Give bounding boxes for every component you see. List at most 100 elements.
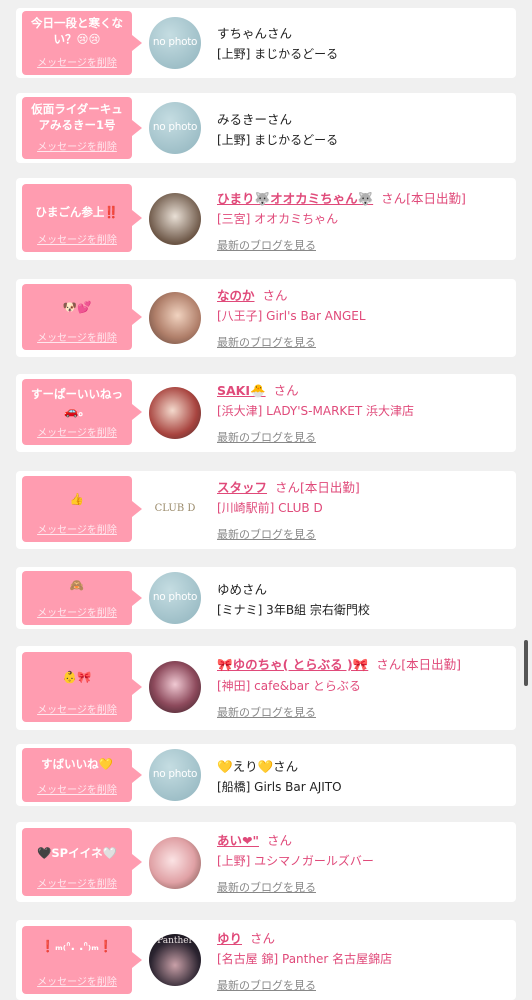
latest-blog-link[interactable]: 最新のブログを見る xyxy=(217,334,316,350)
user-name: すちゃん xyxy=(217,26,268,41)
message-text: 👍 xyxy=(69,492,85,506)
latest-blog-link[interactable]: 最新のブログを見る xyxy=(217,526,316,542)
user-name-link[interactable]: ゆり xyxy=(217,931,242,946)
honorific: さん xyxy=(242,582,268,597)
user-name: ゆめ xyxy=(217,582,243,597)
delete-message-link[interactable]: メッセージを削除 xyxy=(22,329,132,344)
latest-blog-link[interactable]: 最新のブログを見る xyxy=(217,429,316,445)
avatar[interactable]: no photo xyxy=(149,102,201,154)
latest-blog-link[interactable]: 最新のブログを見る xyxy=(217,977,316,993)
message-text: 🖤SPイイネ🤍 xyxy=(37,846,117,860)
message-bubble: 仮面ライダーキュ アみるきー1号 メッセージを削除 xyxy=(22,97,142,159)
shop-name: [名古屋 錦] Panther 名古屋錦店 xyxy=(217,952,393,966)
delete-message-link[interactable]: メッセージを削除 xyxy=(22,701,132,716)
message-text: すーぱーいいねっ xyxy=(31,387,123,401)
honorific: さん xyxy=(275,480,301,495)
list-item: 仮面ライダーキュ アみるきー1号 メッセージを削除 no photo みるきーさ… xyxy=(16,93,516,163)
shop-name: [八王子] Girl's Bar ANGEL xyxy=(217,309,366,323)
list-item: すばいいね💛 メッセージを削除 no photo 💛えり💛さん [船橋] Gir… xyxy=(16,744,516,806)
avatar[interactable]: no photo xyxy=(149,17,201,69)
shop-name: [三宮] オオカミちゃん xyxy=(217,212,339,226)
user-name-link[interactable]: ひまり🐺オオカミちゃん🐺 xyxy=(217,191,373,206)
list-item: 🐶💕 メッセージを削除 なのか さん [八王子] Girl's Bar ANGEL… xyxy=(16,279,516,357)
user-name-link[interactable]: なのか xyxy=(217,288,255,303)
shop-name: [船橋] Girls Bar AJITO xyxy=(217,780,342,794)
message-text: 仮面ライダーキュ xyxy=(31,102,123,116)
message-text: 👶🎀 xyxy=(62,670,92,684)
list-item: 今日一段と寒くな い？😢😢 メッセージを削除 no photo すちゃんさん [… xyxy=(16,8,516,78)
latest-blog-link[interactable]: 最新のブログを見る xyxy=(217,704,316,720)
delete-message-link[interactable]: メッセージを削除 xyxy=(22,781,132,796)
message-bubble: 🖤SPイイネ🤍 メッセージを削除 xyxy=(22,828,142,896)
delete-message-link[interactable]: メッセージを削除 xyxy=(22,424,132,439)
honorific: さん xyxy=(267,26,293,41)
message-bubble: ❗ₘ₍ᐢ. .ᐢ₎ₘ❗ メッセージを削除 xyxy=(22,926,142,994)
latest-blog-link[interactable]: 最新のブログを見る xyxy=(217,237,316,253)
delete-message-link[interactable]: メッセージを削除 xyxy=(22,875,132,890)
message-bubble: 👍 メッセージを削除 xyxy=(22,476,142,542)
user-name-link[interactable]: スタッフ xyxy=(217,480,267,495)
status-badge: [本日出勤] xyxy=(300,480,360,495)
scrollbar[interactable] xyxy=(524,640,528,686)
list-item: 👍 メッセージを削除 CLUB D スタッフ さん[本日出勤] [川崎駅前] CL… xyxy=(16,471,516,549)
club-logo: Panther xyxy=(157,936,193,946)
delete-message-link[interactable]: メッセージを削除 xyxy=(22,604,132,619)
message-bubble: 🐶💕 メッセージを削除 xyxy=(22,284,142,350)
message-bubble: すーぱーいいねっ 🚗。 メッセージを削除 xyxy=(22,379,142,445)
user-name-link[interactable]: あい❤" xyxy=(217,833,259,848)
list-item: すーぱーいいねっ 🚗。 メッセージを削除 SAKI🐣 さん [浜大津] LADY'… xyxy=(16,374,516,452)
message-text: 🙈 xyxy=(69,578,85,592)
shop-name: [上野] まじかるどーる xyxy=(217,133,339,147)
message-text: ❗ₘ₍ᐢ. .ᐢ₎ₘ❗ xyxy=(40,939,114,953)
status-badge: [本日出勤] xyxy=(406,191,466,206)
honorific: さん xyxy=(250,931,276,946)
message-text: すばいいね💛 xyxy=(41,757,113,771)
avatar[interactable]: Panther xyxy=(149,934,201,986)
avatar[interactable] xyxy=(149,661,201,713)
message-text: 今日一段と寒くな xyxy=(31,16,123,30)
message-bubble: 🙈 メッセージを削除 xyxy=(22,571,142,625)
avatar[interactable] xyxy=(149,193,201,245)
avatar[interactable] xyxy=(149,292,201,344)
message-text: ひまごん参上‼️ xyxy=(35,205,119,219)
honorific: さん xyxy=(273,383,299,398)
avatar[interactable] xyxy=(149,837,201,889)
user-name: 💛えり💛 xyxy=(217,759,274,774)
honorific: さん xyxy=(381,191,407,206)
shop-name: [川崎駅前] CLUB D xyxy=(217,501,323,515)
avatar[interactable]: no photo xyxy=(149,749,201,801)
message-bubble: 今日一段と寒くな い？😢😢 メッセージを削除 xyxy=(22,11,142,75)
message-bubble: ひまごん参上‼️ メッセージを削除 xyxy=(22,184,142,252)
user-name-link[interactable]: 🎀ゆのちゃ( とらぶる )🎀 xyxy=(217,657,368,672)
user-name-link[interactable]: SAKI🐣 xyxy=(217,383,266,398)
shop-name: [ミナミ] 3年B組 宗右衛門校 xyxy=(217,603,370,617)
latest-blog-link[interactable]: 最新のブログを見る xyxy=(217,879,316,895)
list-item: 🙈 メッセージを削除 no photo ゆめさん [ミナミ] 3年B組 宗右衛門… xyxy=(16,567,516,629)
delete-message-link[interactable]: メッセージを削除 xyxy=(22,521,132,536)
delete-message-link[interactable]: メッセージを削除 xyxy=(22,231,132,246)
list-item: 🖤SPイイネ🤍 メッセージを削除 あい❤" さん [上野] ユシマノガールズバー … xyxy=(16,822,516,902)
message-text: い？😢😢 xyxy=(53,32,101,46)
avatar[interactable]: no photo xyxy=(149,572,201,624)
user-name: みるきー xyxy=(217,112,268,127)
shop-name: [神田] cafe&bar とらぶる xyxy=(217,679,361,693)
avatar[interactable] xyxy=(149,387,201,439)
message-text: アみるきー1号 xyxy=(38,118,116,132)
honorific: さん xyxy=(267,833,293,848)
list-item: ❗ₘ₍ᐢ. .ᐢ₎ₘ❗ メッセージを削除 Panther ゆり さん [名古屋 錦… xyxy=(16,920,516,1000)
delete-message-link[interactable]: メッセージを削除 xyxy=(22,138,132,153)
honorific: さん xyxy=(273,759,299,774)
avatar[interactable]: CLUB D xyxy=(149,484,201,536)
delete-message-link[interactable]: メッセージを削除 xyxy=(22,54,132,69)
shop-name: [上野] まじかるどーる xyxy=(217,47,339,61)
honorific: さん xyxy=(267,112,293,127)
club-logo: CLUB D xyxy=(154,503,196,514)
shop-name: [上野] ユシマノガールズバー xyxy=(217,854,374,868)
delete-message-link[interactable]: メッセージを削除 xyxy=(22,973,132,988)
list-item: ひまごん参上‼️ メッセージを削除 ひまり🐺オオカミちゃん🐺 さん[本日出勤] [… xyxy=(16,178,516,260)
message-text: 🐶💕 xyxy=(62,300,92,314)
message-bubble: すばいいね💛 メッセージを削除 xyxy=(22,748,142,802)
honorific: さん xyxy=(376,657,402,672)
honorific: さん xyxy=(262,288,288,303)
status-badge: [本日出勤] xyxy=(401,657,462,672)
